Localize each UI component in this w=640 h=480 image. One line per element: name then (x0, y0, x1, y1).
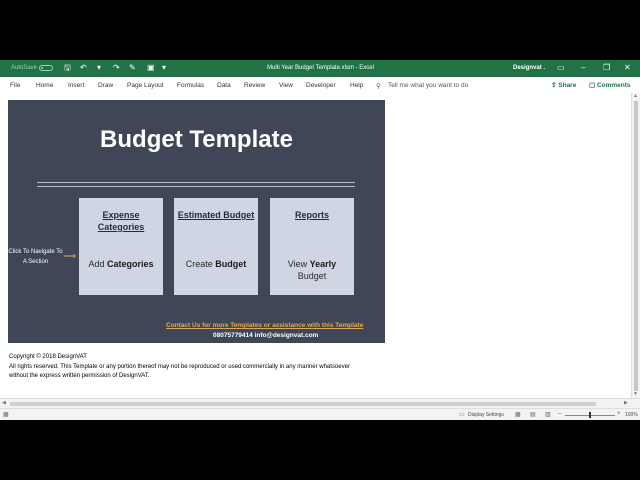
title-bar: AutoSave 🖫 ↶ ▾ ↷ ✎ ▣ ▾ Multi Year Budget… (0, 60, 640, 77)
excel-window: AutoSave 🖫 ↶ ▾ ↷ ✎ ▣ ▾ Multi Year Budget… (0, 60, 640, 420)
tab-view[interactable]: View (279, 82, 293, 89)
worksheet-area[interactable]: Budget Template Click To Navigate To A S… (0, 93, 631, 398)
form-icon[interactable]: ▣ (147, 63, 155, 73)
card-body: View Yearly Budget (270, 258, 354, 282)
scroll-right-icon[interactable]: ▶ (624, 400, 628, 406)
close-icon[interactable]: ✕ (624, 63, 631, 73)
tab-data[interactable]: Data (217, 82, 231, 89)
vertical-scroll-thumb[interactable] (634, 101, 638, 391)
card-title: Expense Categories (97, 210, 145, 232)
rights-line-2: without the express written permission o… (9, 373, 150, 379)
display-settings-button[interactable]: Display Settings (468, 412, 504, 418)
share-button[interactable]: ⇪ Share (551, 81, 576, 89)
share-label: Share (558, 82, 577, 89)
page-break-view-icon[interactable]: ▥ (545, 411, 551, 418)
status-bar: ▦ ▭ Display Settings ▦ ▤ ▥ – + 100% (0, 408, 640, 420)
scroll-up-icon[interactable]: ▲ (633, 93, 638, 99)
card-title: Estimated Budget (177, 210, 255, 220)
scroll-left-icon[interactable]: ◀ (2, 400, 6, 406)
horizontal-scrollbar[interactable]: ◀ ▶ (0, 398, 640, 408)
redo-icon[interactable]: ↷ (113, 63, 120, 73)
tab-formulas[interactable]: Formulas (177, 82, 204, 89)
page-layout-view-icon[interactable]: ▤ (530, 411, 536, 418)
macro-record-icon[interactable]: ▦ (3, 411, 9, 418)
card-body-bold: Budget (215, 259, 247, 269)
title-divider (37, 182, 355, 187)
tab-draw[interactable]: Draw (98, 82, 113, 89)
card-body-bold: Yearly (309, 259, 337, 269)
format-painter-icon[interactable]: ✎ (129, 63, 136, 73)
dashboard-panel: Budget Template Click To Navigate To A S… (8, 100, 385, 343)
contact-info: 08075779414 info@designvat.com (213, 332, 319, 339)
zoom-in-icon[interactable]: + (617, 411, 621, 417)
card-body: Add Categories (79, 258, 163, 270)
undo-dropdown-icon[interactable]: ▾ (97, 63, 101, 73)
zoom-level[interactable]: 100% (625, 412, 638, 418)
zoom-slider-handle[interactable] (589, 412, 591, 418)
comments-label: Comments (596, 82, 631, 89)
navigate-hint: Click To Navigate To A Section (8, 249, 63, 265)
estimated-budget-button[interactable]: Estimated Budget Create Budget (174, 198, 258, 295)
zoom-out-icon[interactable]: – (558, 411, 561, 417)
copyright-notice: Copyright © 2018 DesignVAT All rights re… (9, 353, 350, 382)
ribbon-tabs: File Home Insert Draw Page Layout Formul… (0, 77, 640, 94)
lightbulb-icon: ⚲ (376, 83, 381, 90)
restore-icon[interactable]: ❐ (603, 63, 610, 73)
display-settings-icon: ▭ (459, 412, 465, 418)
tab-insert[interactable]: Insert (68, 82, 84, 89)
customize-toolbar-icon[interactable]: ▾ (162, 63, 166, 73)
undo-icon[interactable]: ↶ (80, 63, 87, 73)
card-body-prefix: Create (185, 259, 216, 269)
scroll-down-icon[interactable]: ▼ (633, 391, 638, 397)
normal-view-icon[interactable]: ▦ (515, 411, 521, 418)
copyright-line: Copyright © 2018 DesignVAT (9, 354, 87, 360)
card-title: Reports (294, 210, 329, 220)
autosave-label: AutoSave (11, 65, 38, 71)
card-body: Create Budget (174, 258, 258, 270)
minimize-icon[interactable]: – (581, 63, 585, 73)
save-icon[interactable]: 🖫 (64, 63, 71, 73)
contact-link[interactable]: Contact Us for more Templates or assista… (166, 322, 363, 329)
horizontal-scroll-thumb[interactable] (10, 402, 596, 406)
comment-icon: ▢ (589, 82, 597, 89)
rights-line-1: All rights reserved. This Template or an… (9, 363, 350, 370)
ribbon-display-icon[interactable]: ▭ (557, 63, 565, 73)
arrow-right-icon: ⟶ (63, 251, 76, 261)
document-title: Multi Year Budget Template.xlsm - Excel (267, 65, 374, 71)
expense-categories-button[interactable]: Expense Categories Add Categories (79, 198, 163, 295)
comments-button[interactable]: ▢ Comments (589, 81, 631, 89)
card-body-prefix: View (287, 259, 310, 269)
tab-review[interactable]: Review (244, 82, 265, 89)
tab-file[interactable]: File (10, 82, 20, 89)
reports-button[interactable]: Reports View Yearly Budget (270, 198, 354, 295)
card-body-prefix: Add (88, 259, 107, 269)
card-body-bold: Categories (106, 259, 154, 269)
page-title: Budget Template (100, 126, 293, 153)
tab-page-layout[interactable]: Page Layout (127, 82, 164, 89)
tab-developer[interactable]: Developer (306, 82, 336, 89)
tab-help[interactable]: Help (350, 82, 363, 89)
autosave-toggle[interactable] (39, 65, 53, 71)
tab-home[interactable]: Home (36, 82, 53, 89)
vertical-scrollbar[interactable]: ▲ ▼ (631, 93, 640, 398)
tell-me-search[interactable]: Tell me what you want to do (388, 82, 468, 89)
card-body-suffix: Budget (297, 271, 327, 281)
user-name[interactable]: Designvat . (513, 65, 545, 71)
